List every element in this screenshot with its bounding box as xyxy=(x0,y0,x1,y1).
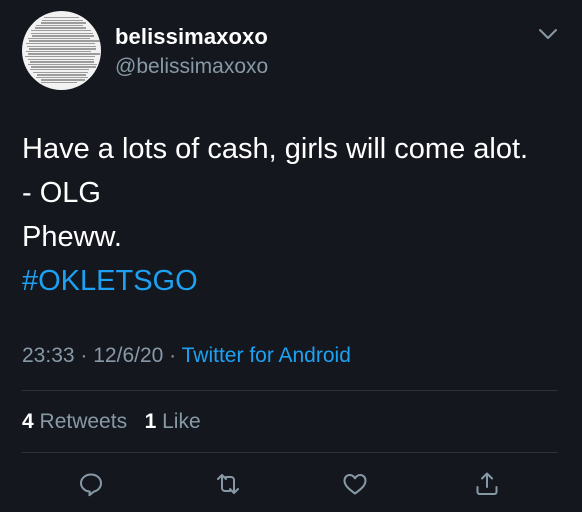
tweet-date: 12/6/20 xyxy=(93,344,164,367)
avatar-text-line xyxy=(40,82,78,84)
tweet-line: Have a lots of cash, girls will come alo… xyxy=(22,133,529,165)
avatar-text-line xyxy=(35,27,86,29)
avatar-text-line xyxy=(36,74,87,76)
avatar-text-line xyxy=(28,53,100,55)
display-name[interactable]: belissimaxoxo xyxy=(115,24,268,50)
tweet-time: 23:33 xyxy=(22,344,75,367)
hashtag-link[interactable]: #OKLETSGO xyxy=(22,259,528,303)
likes-count: 1 xyxy=(144,410,157,433)
avatar-text-line xyxy=(28,63,97,66)
tweet-text: Have a lots of cash, girls will come alo… xyxy=(22,127,528,303)
avatar-text-line xyxy=(36,76,88,79)
avatar-text-line xyxy=(31,66,96,68)
meta-separator: · xyxy=(169,344,177,367)
avatar-text-line xyxy=(25,56,95,58)
meta-separator: · xyxy=(80,344,88,367)
avatar-text-line xyxy=(28,37,90,40)
reply-icon[interactable] xyxy=(77,470,105,498)
avatar-text-line xyxy=(43,17,80,19)
retweets-stat[interactable]: 4 Retweets xyxy=(22,410,127,433)
divider xyxy=(22,390,558,391)
likes-stat[interactable]: 1 Like xyxy=(145,410,201,433)
avatar-text-line xyxy=(29,48,96,50)
avatar-text-line xyxy=(30,61,94,63)
avatar-text-line xyxy=(41,19,84,21)
tweet-stats: 4 Retweets 1 Like xyxy=(22,410,201,434)
tweet-meta: 23:33 · 12/6/20 · Twitter for Android xyxy=(22,344,351,368)
source-app-link[interactable]: Twitter for Android xyxy=(182,344,351,367)
share-icon[interactable] xyxy=(473,470,501,498)
action-bar xyxy=(0,462,582,506)
retweets-count: 4 xyxy=(22,410,34,433)
avatar-text-line xyxy=(29,40,100,42)
avatar-text-line xyxy=(30,30,92,32)
tweet-line: Pheww. xyxy=(22,221,122,253)
avatar-text-line xyxy=(29,69,90,71)
heart-icon[interactable] xyxy=(341,470,369,498)
likes-label: Like xyxy=(162,410,201,433)
divider xyxy=(22,452,558,453)
avatar-text-line xyxy=(40,79,86,81)
avatar-text-line xyxy=(25,43,96,45)
retweet-icon[interactable] xyxy=(214,470,242,498)
retweets-label: Retweets xyxy=(39,410,128,433)
avatar-text-line xyxy=(35,24,84,27)
avatar-text-line xyxy=(31,32,93,34)
avatar-text-line xyxy=(40,22,87,24)
avatar-text-line xyxy=(26,50,91,53)
user-handle[interactable]: @belissimaxoxo xyxy=(115,55,268,79)
chevron-down-icon[interactable] xyxy=(537,26,559,42)
tweet-line: - OLG xyxy=(22,177,101,209)
avatar-text-line xyxy=(27,58,95,60)
avatar-text-line xyxy=(32,35,94,37)
avatar[interactable] xyxy=(22,11,101,90)
avatar-text-line xyxy=(33,71,88,73)
avatar-text-line xyxy=(27,45,96,47)
